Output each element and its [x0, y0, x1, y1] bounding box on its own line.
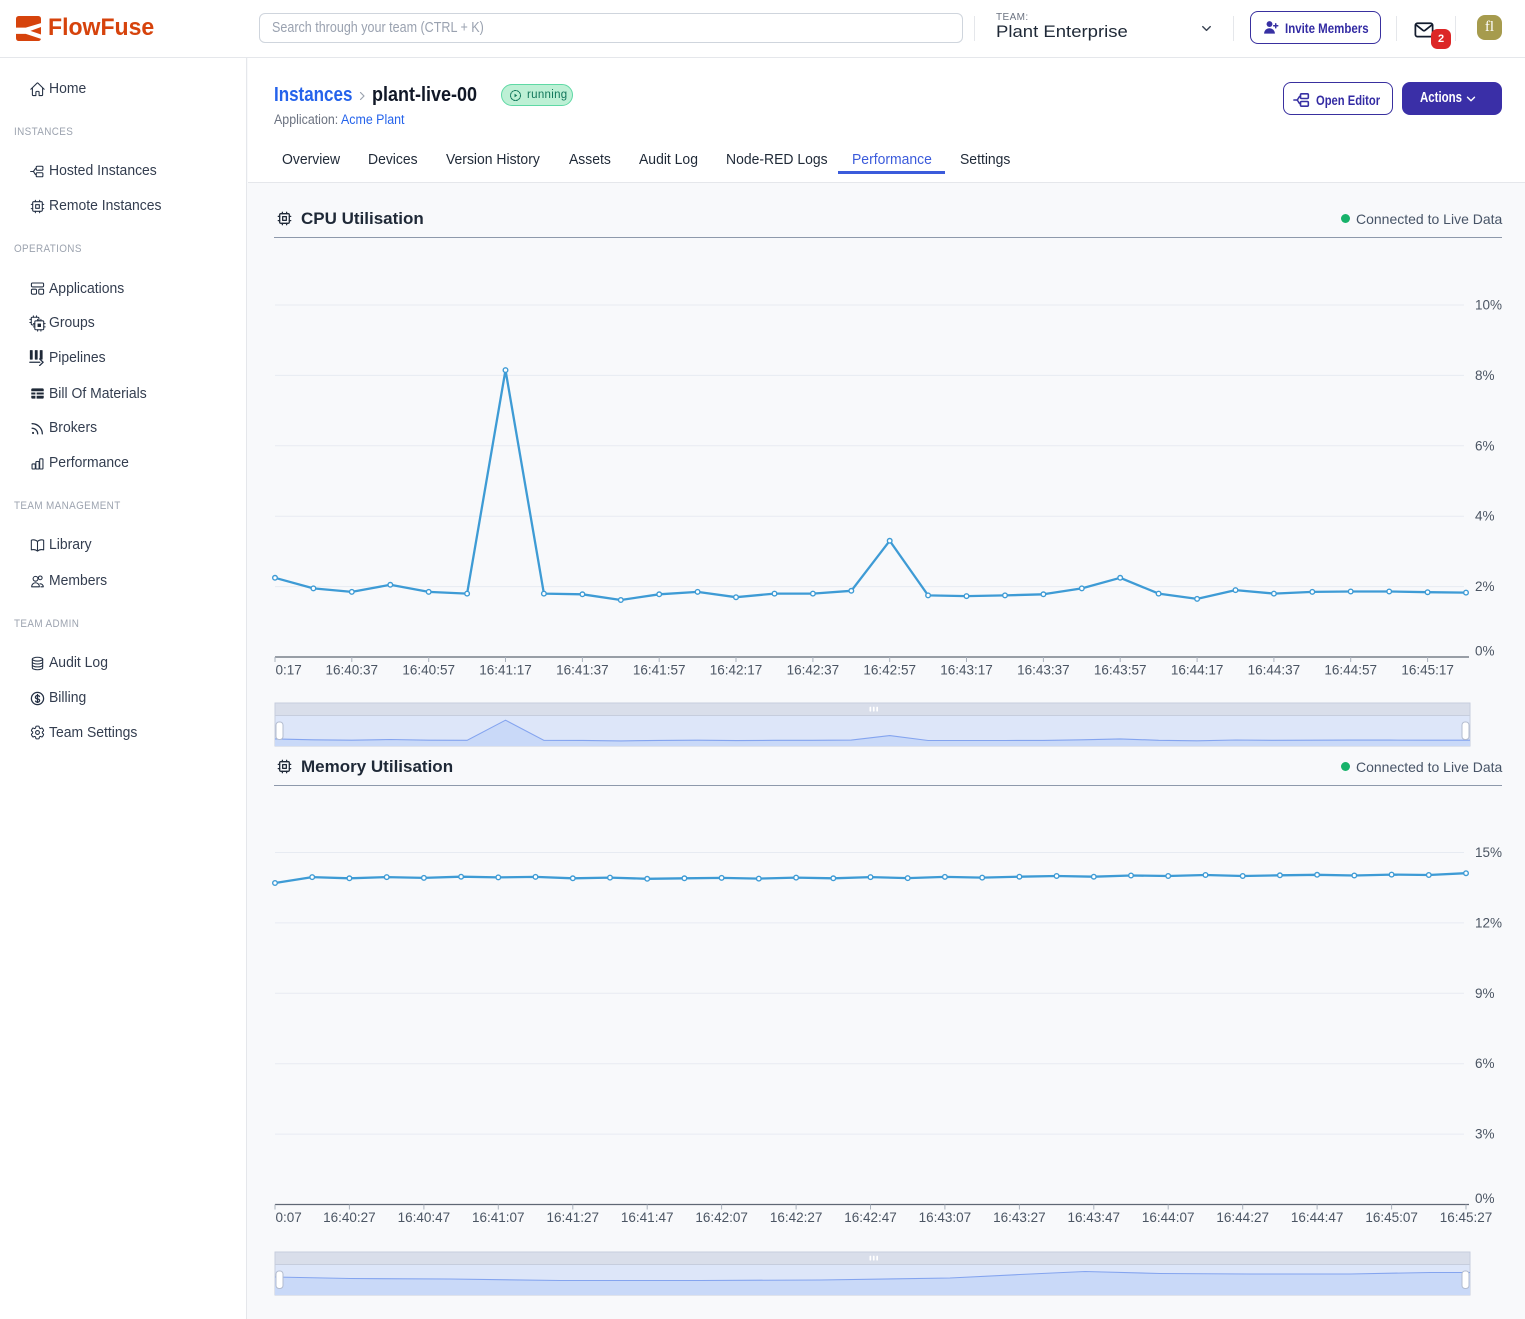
- svg-text:16:42:27: 16:42:27: [770, 1210, 823, 1225]
- svg-text:16:43:57: 16:43:57: [1094, 663, 1147, 678]
- svg-text:16:40:57: 16:40:57: [402, 663, 455, 678]
- svg-text:16:44:57: 16:44:57: [1324, 663, 1377, 678]
- svg-text:0:17: 0:17: [276, 663, 302, 678]
- svg-text:16:40:47: 16:40:47: [398, 1210, 451, 1225]
- svg-text:16:42:57: 16:42:57: [863, 663, 916, 678]
- svg-text:16:42:17: 16:42:17: [710, 663, 763, 678]
- svg-text:16:41:37: 16:41:37: [556, 663, 609, 678]
- svg-text:15%: 15%: [1475, 845, 1502, 860]
- svg-text:16:40:37: 16:40:37: [326, 663, 379, 678]
- svg-text:16:41:27: 16:41:27: [547, 1210, 600, 1225]
- svg-text:0%: 0%: [1475, 644, 1495, 659]
- svg-text:10%: 10%: [1475, 298, 1502, 313]
- svg-text:16:43:07: 16:43:07: [919, 1210, 972, 1225]
- svg-text:16:44:47: 16:44:47: [1291, 1210, 1344, 1225]
- svg-text:16:45:27: 16:45:27: [1440, 1210, 1493, 1225]
- svg-text:16:44:37: 16:44:37: [1248, 663, 1301, 678]
- svg-text:6%: 6%: [1475, 438, 1495, 453]
- svg-text:16:45:07: 16:45:07: [1365, 1210, 1418, 1225]
- svg-text:0%: 0%: [1475, 1191, 1495, 1206]
- svg-text:16:42:47: 16:42:47: [844, 1210, 897, 1225]
- svg-text:6%: 6%: [1475, 1056, 1495, 1071]
- svg-text:16:43:17: 16:43:17: [940, 663, 993, 678]
- svg-text:8%: 8%: [1475, 368, 1495, 383]
- svg-text:16:41:07: 16:41:07: [472, 1210, 525, 1225]
- svg-text:16:41:47: 16:41:47: [621, 1210, 674, 1225]
- svg-text:16:41:17: 16:41:17: [479, 663, 532, 678]
- svg-text:12%: 12%: [1475, 915, 1502, 930]
- svg-text:16:43:47: 16:43:47: [1068, 1210, 1121, 1225]
- svg-text:16:42:07: 16:42:07: [695, 1210, 748, 1225]
- svg-text:4%: 4%: [1475, 509, 1495, 524]
- svg-text:16:43:37: 16:43:37: [1017, 663, 1070, 678]
- svg-text:16:42:37: 16:42:37: [787, 663, 840, 678]
- svg-text:16:40:27: 16:40:27: [323, 1210, 376, 1225]
- svg-text:0:07: 0:07: [276, 1210, 302, 1225]
- svg-text:2%: 2%: [1475, 579, 1495, 594]
- svg-text:16:41:57: 16:41:57: [633, 663, 686, 678]
- svg-text:3%: 3%: [1475, 1127, 1495, 1142]
- svg-text:16:45:17: 16:45:17: [1401, 663, 1454, 678]
- svg-text:16:44:17: 16:44:17: [1171, 663, 1224, 678]
- svg-text:16:44:27: 16:44:27: [1216, 1210, 1269, 1225]
- svg-text:16:44:07: 16:44:07: [1142, 1210, 1195, 1225]
- svg-text:9%: 9%: [1475, 986, 1495, 1001]
- svg-text:16:43:27: 16:43:27: [993, 1210, 1046, 1225]
